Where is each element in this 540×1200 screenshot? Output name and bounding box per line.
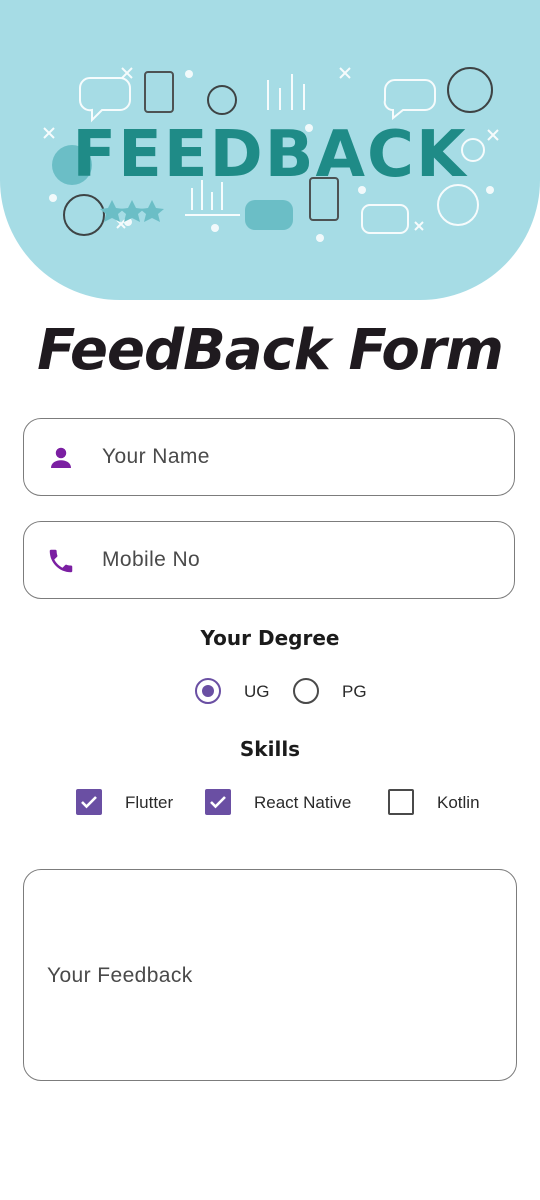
mobile-field[interactable]: Mobile No [23, 521, 515, 599]
mobile-field-placeholder: Mobile No [102, 548, 201, 571]
degree-option-pg-label: PG [342, 682, 367, 701]
degree-option-ug-label: UG [244, 682, 270, 701]
person-icon [51, 447, 71, 468]
phone-icon [49, 549, 73, 573]
skill-checkbox-kotlin[interactable] [388, 789, 414, 815]
feedback-banner: FEEDBACK [0, 0, 540, 300]
checkmark-icon [210, 796, 226, 809]
feedback-textarea[interactable]: Your Feedback [23, 869, 517, 1081]
degree-radio-ug[interactable] [195, 678, 221, 704]
name-field-placeholder: Your Name [102, 445, 210, 468]
feedback-placeholder: Your Feedback [47, 964, 193, 987]
degree-label: Your Degree [200, 626, 340, 650]
banner-headline: FEEDBACK [72, 118, 468, 192]
skill-react-native-label: React Native [254, 793, 352, 812]
skill-kotlin-label: Kotlin [437, 793, 480, 812]
skill-checkbox-react-native[interactable] [205, 789, 231, 815]
checkmark-icon [81, 796, 97, 809]
skill-checkbox-flutter[interactable] [76, 789, 102, 815]
name-field[interactable]: Your Name [23, 418, 515, 496]
skill-flutter-label: Flutter [125, 793, 174, 812]
degree-radio-pg[interactable] [293, 678, 319, 704]
skills-label: Skills [239, 737, 301, 761]
page-title: FeedBack Form [37, 318, 504, 383]
